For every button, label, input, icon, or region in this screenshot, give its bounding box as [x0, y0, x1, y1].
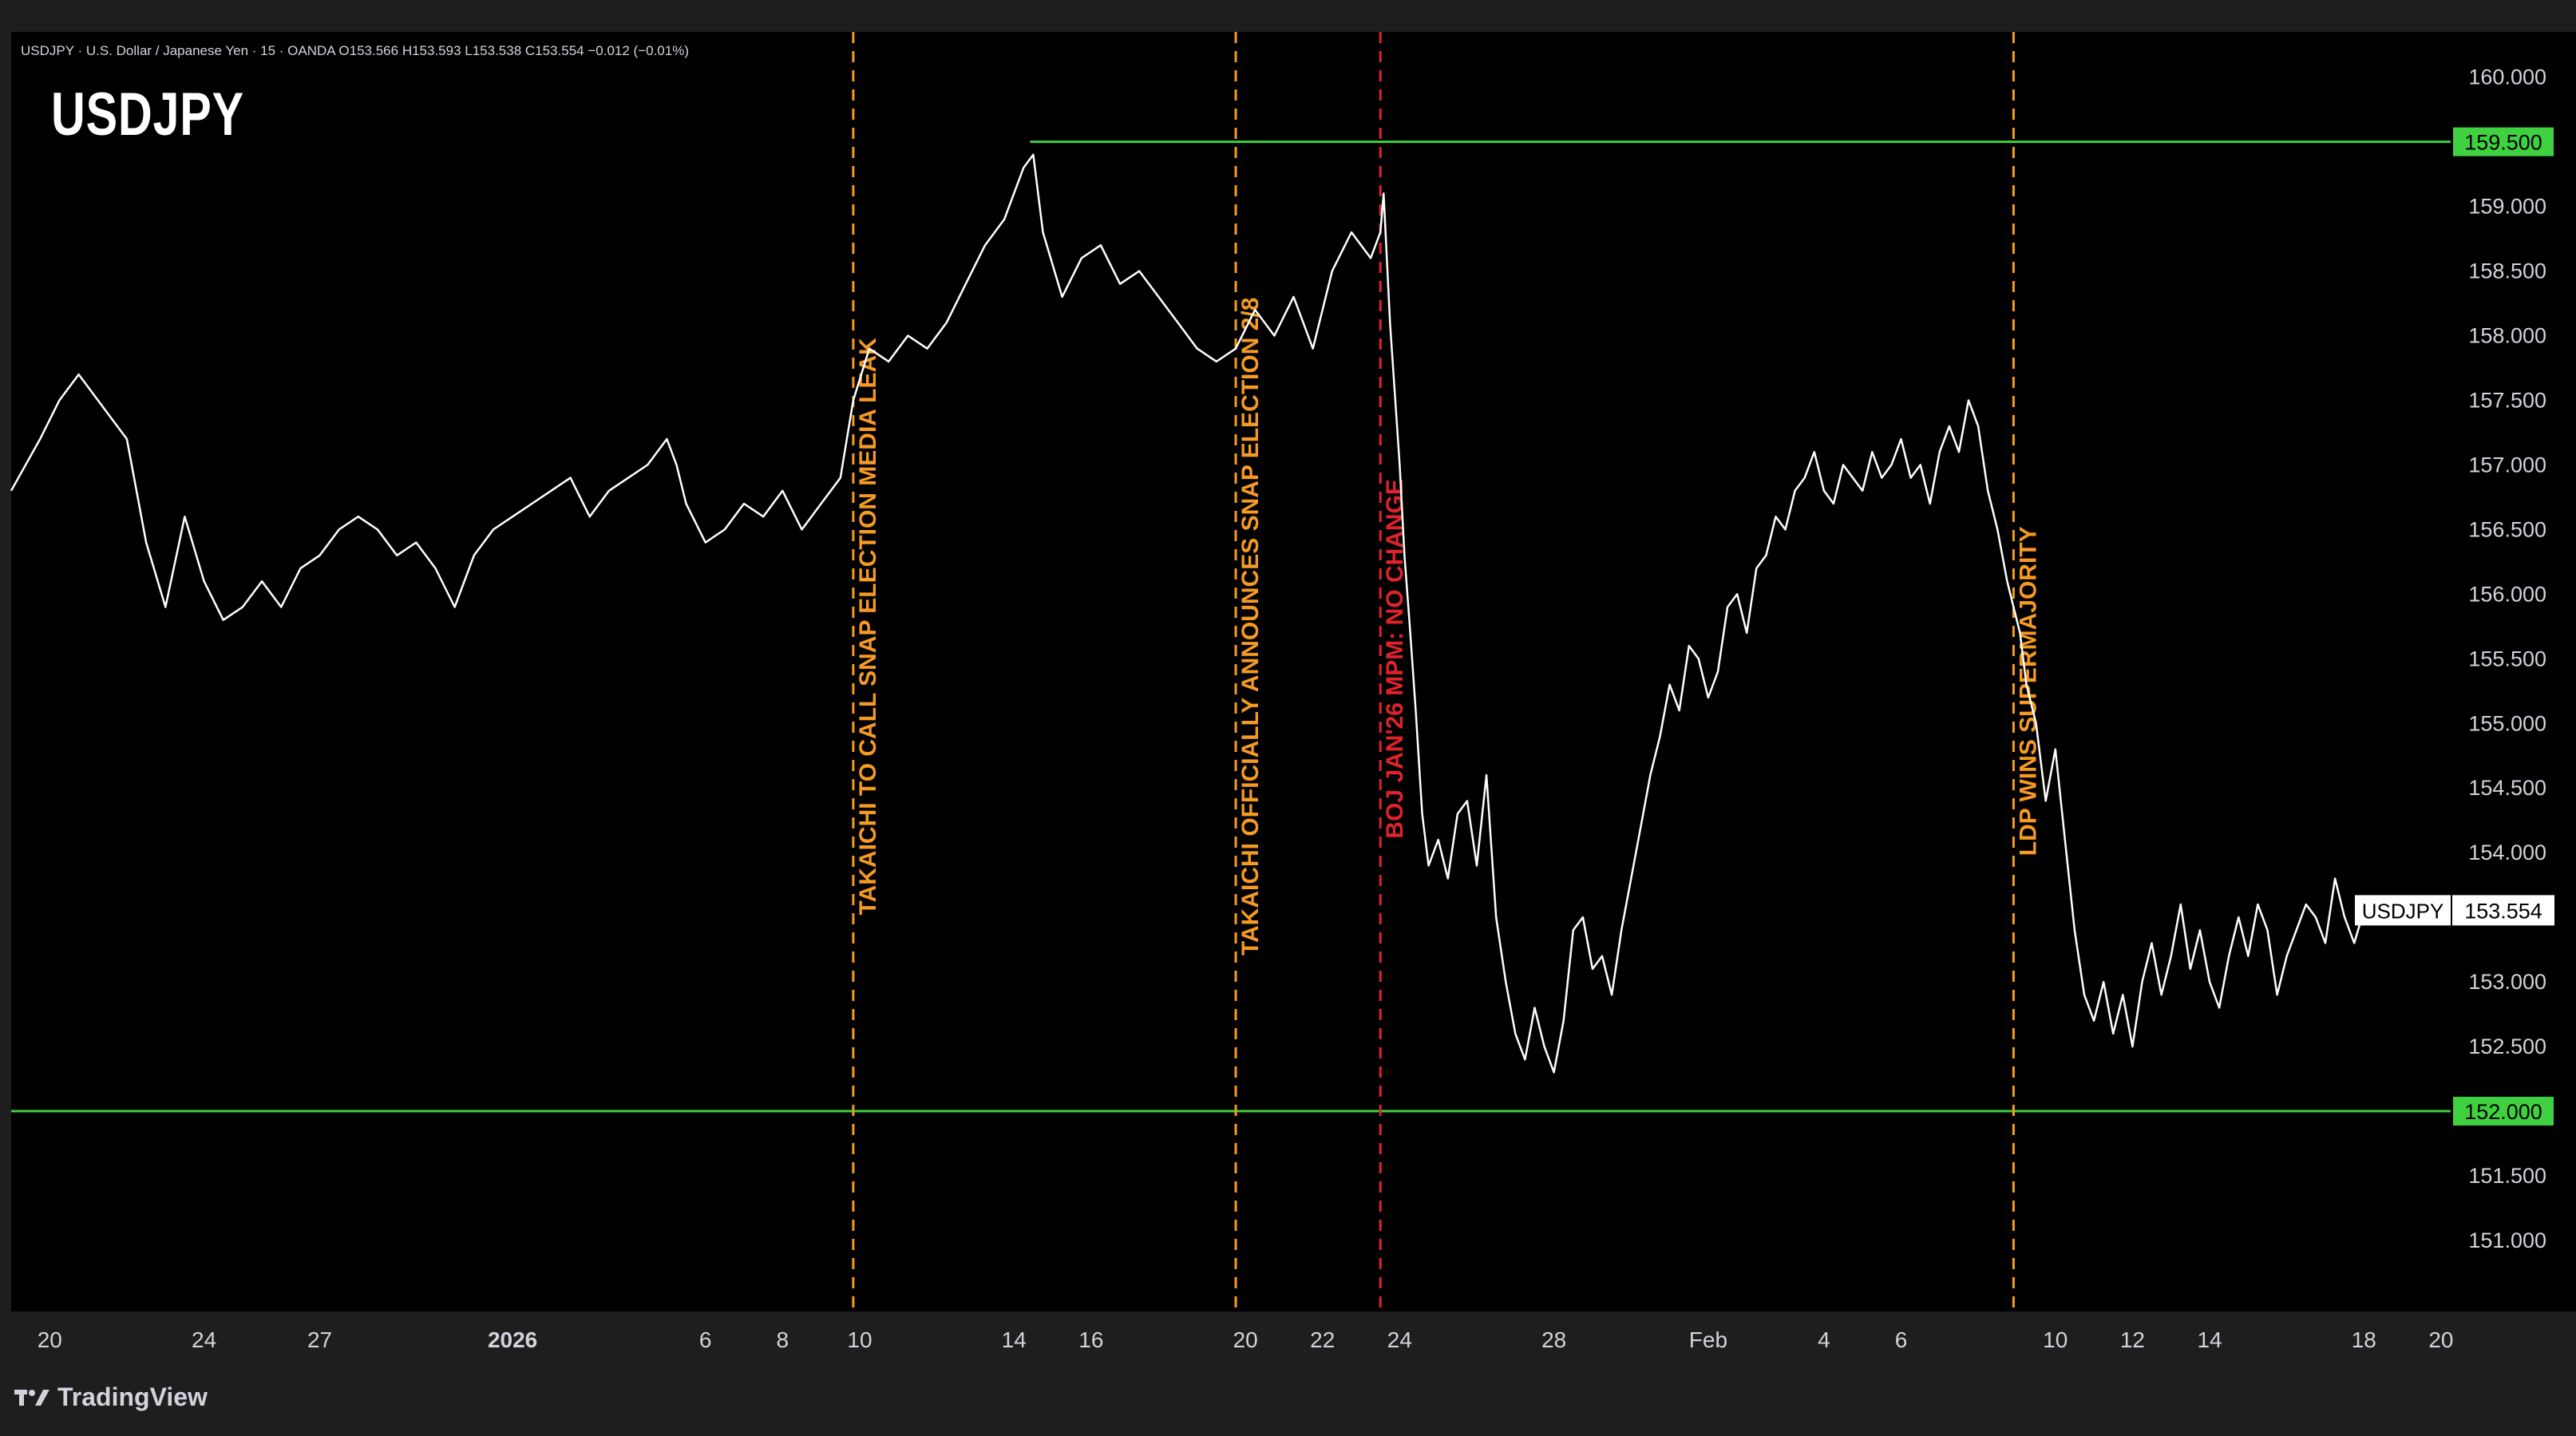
x-tick-label: Feb [1689, 1327, 1727, 1352]
y-tick-label: 155.000 [2468, 711, 2546, 735]
x-tick-label: 28 [1541, 1327, 1566, 1352]
x-tick-label: 10 [847, 1327, 872, 1352]
x-tick-label: 12 [2120, 1327, 2145, 1352]
x-tick-label: 24 [192, 1327, 216, 1352]
y-tick-label: 153.000 [2468, 970, 2546, 994]
y-tick-label: 157.500 [2468, 388, 2546, 412]
y-tick-label: 158.000 [2468, 324, 2546, 348]
x-tick-label: 10 [2043, 1327, 2068, 1352]
y-tick-label: 151.500 [2468, 1164, 2546, 1188]
x-tick-label: 27 [307, 1327, 332, 1352]
x-tick-label: 20 [38, 1327, 62, 1352]
x-tick-label: 6 [699, 1327, 712, 1352]
x-tick-label: 14 [2197, 1327, 2222, 1352]
y-tick-label: 157.000 [2468, 453, 2546, 477]
y-tick-label: 156.500 [2468, 517, 2546, 541]
tradingview-logo-icon [14, 1389, 49, 1406]
y-tick-label: 158.500 [2468, 259, 2546, 283]
x-tick-label: 8 [777, 1327, 789, 1352]
y-tick-label: 159.000 [2468, 195, 2546, 219]
x-tick-label: 2026 [488, 1327, 537, 1352]
y-tick-label: 151.000 [2468, 1228, 2546, 1252]
level-price-label: 159.500 [2464, 131, 2542, 155]
plot-background [11, 32, 2451, 1311]
y-tick-label: 152.500 [2468, 1034, 2546, 1058]
x-tick-label: 18 [2352, 1327, 2376, 1352]
chart-title: USDJPY [51, 81, 244, 148]
time-axis[interactable]: 20 24 27 2026 6 8 10 14 16 20 22 24 28 Feb 4 6 10 12 14 18 2… [38, 1327, 2454, 1352]
y-tick-label: 155.500 [2468, 647, 2546, 671]
y-tick-label: 154.500 [2468, 776, 2546, 800]
x-tick-label: 14 [1002, 1327, 1027, 1352]
price-chart[interactable]: 160.000 159.000 158.500 158.000 157.500 157.0… [0, 0, 2576, 1436]
event-label: TAKAICHI TO CALL SNAP ELECTION MEDIA LEA… [855, 338, 881, 916]
x-tick-label: 6 [1895, 1327, 1908, 1352]
brand-text: TradingView [57, 1383, 208, 1411]
x-tick-label: 24 [1387, 1327, 1412, 1352]
x-tick-label: 20 [1233, 1327, 1258, 1352]
x-tick-label: 4 [1818, 1327, 1830, 1352]
level-price-label: 152.000 [2464, 1100, 2542, 1124]
symbol-legend: USDJPY · U.S. Dollar / Japanese Yen · 15… [21, 43, 689, 58]
tradingview-brand[interactable]: TradingView [14, 1383, 208, 1412]
x-tick-label: 16 [1078, 1327, 1103, 1352]
x-tick-label: 22 [1310, 1327, 1335, 1352]
event-label: BOJ JAN'26 MPM: NO CHANGE [1382, 479, 1408, 839]
last-price-value: 153.554 [2464, 899, 2542, 923]
event-label: TAKAICHI OFFICIALLY ANNOUNCES SNAP ELECT… [1237, 298, 1264, 956]
chart-frame: 160.000 159.000 158.500 158.000 157.500 157.0… [0, 0, 2576, 1436]
x-tick-label: 20 [2428, 1327, 2453, 1352]
y-tick-label: 154.000 [2468, 841, 2546, 864]
y-tick-label: 156.000 [2468, 582, 2546, 606]
last-price-symbol: USDJPY [2362, 899, 2444, 923]
y-tick-label: 160.000 [2468, 65, 2546, 89]
